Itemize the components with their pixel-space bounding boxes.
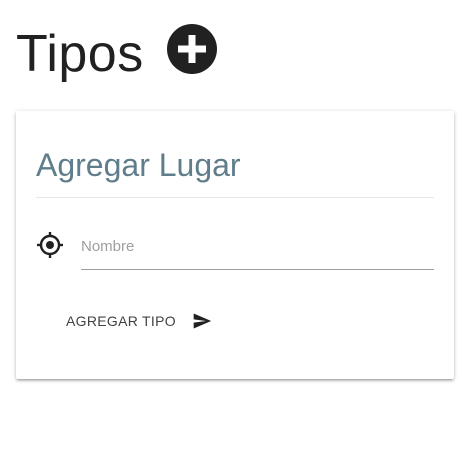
page-header: Tipos — [16, 22, 144, 86]
name-field — [81, 229, 434, 270]
add-place-card: Agregar Lugar AGREGAR TIPO — [16, 111, 454, 379]
add-type-button[interactable] — [167, 24, 217, 74]
send-icon — [192, 311, 212, 331]
name-input[interactable] — [81, 229, 434, 263]
gps-target-icon — [36, 231, 64, 259]
card-divider — [36, 197, 434, 198]
page-title: Tipos — [16, 25, 144, 83]
add-circle-icon — [167, 24, 217, 74]
card-title: Agregar Lugar — [36, 147, 241, 183]
add-type-submit-button[interactable]: AGREGAR TIPO — [54, 303, 224, 339]
submit-button-label: AGREGAR TIPO — [66, 313, 176, 329]
